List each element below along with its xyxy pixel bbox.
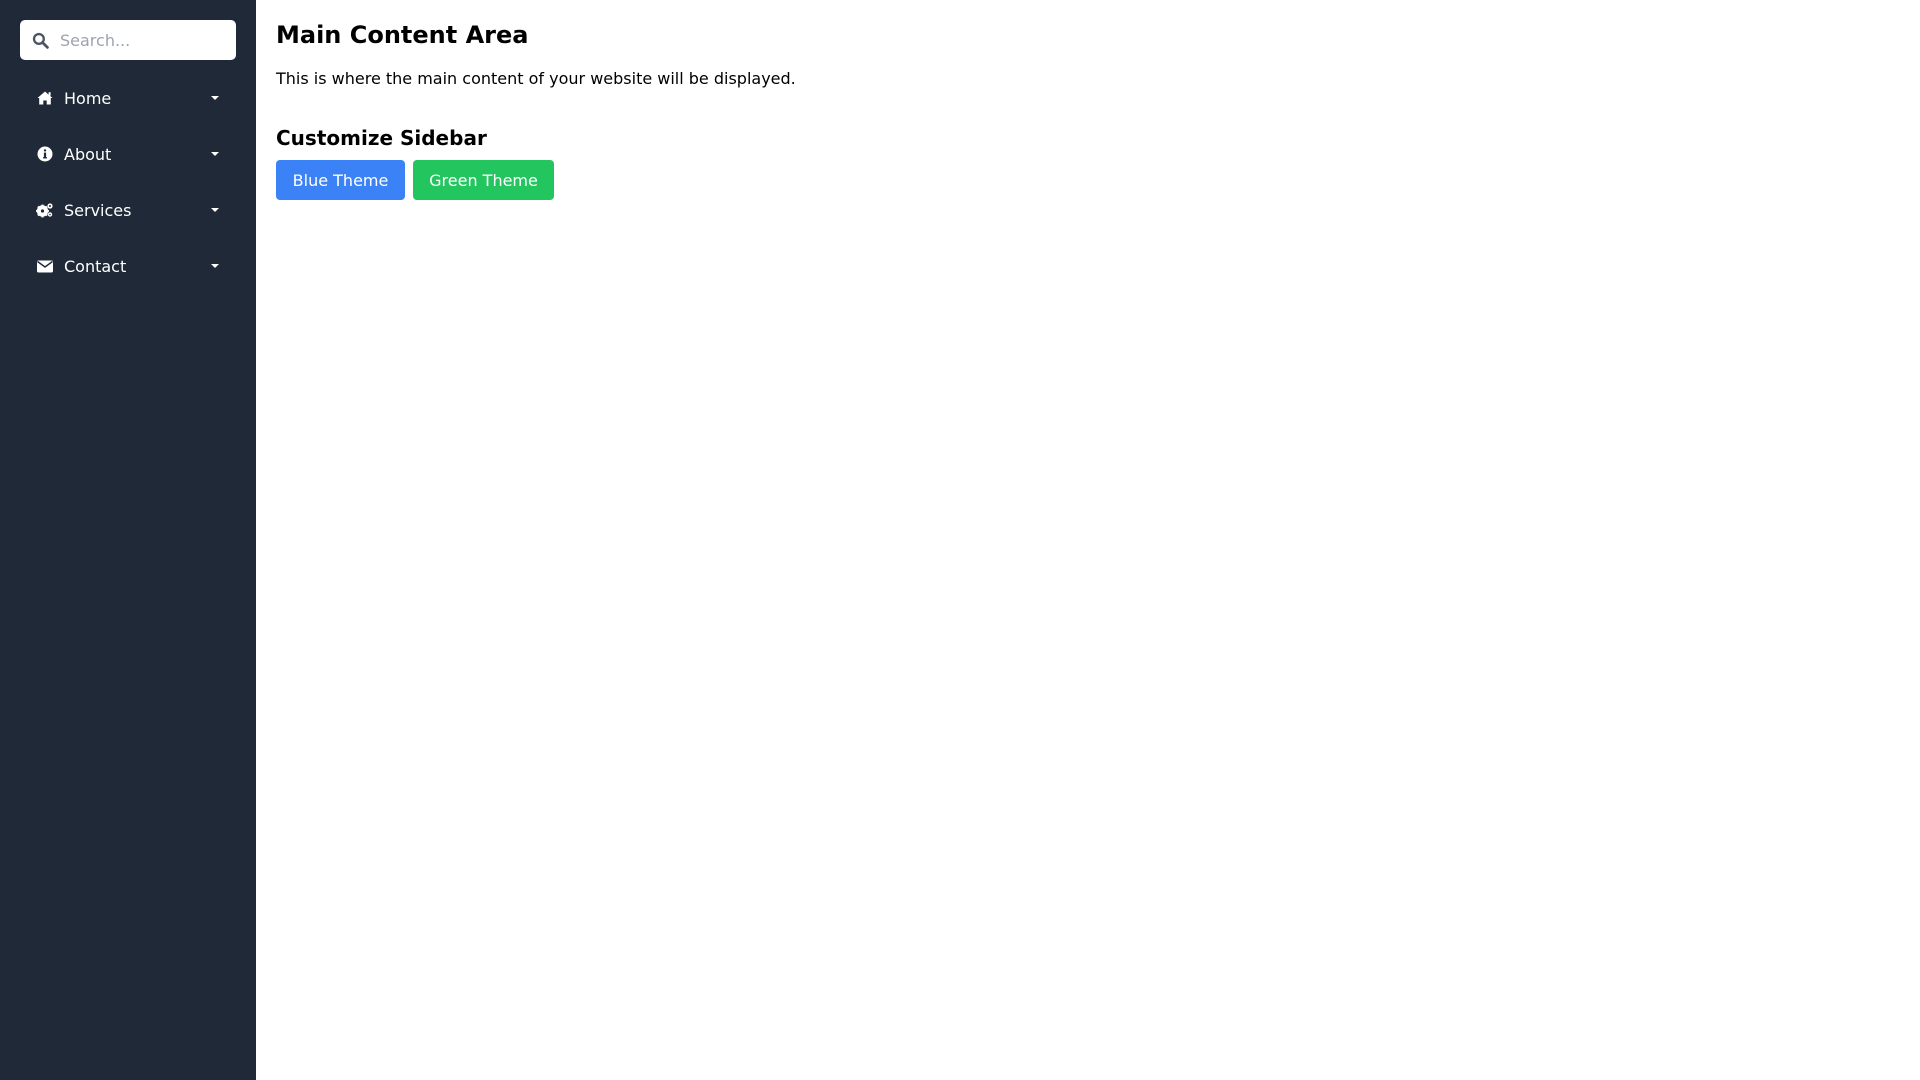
sidebar-item-services[interactable]: Services	[20, 192, 236, 228]
sidebar-item-contact[interactable]: Contact	[20, 248, 236, 284]
app-layout: Home About	[0, 0, 1920, 1080]
cogs-icon	[36, 201, 54, 219]
home-icon	[36, 89, 54, 107]
search-box	[20, 20, 236, 60]
sidebar: Home About	[0, 0, 256, 1080]
sidebar-item-label: Contact	[64, 256, 127, 276]
chevron-down-icon	[211, 264, 219, 268]
blue-theme-button[interactable]: Blue Theme	[276, 160, 405, 200]
theme-buttons: Blue Theme Green Theme	[276, 160, 1900, 200]
sidebar-item-home[interactable]: Home	[20, 80, 236, 116]
chevron-down-icon	[211, 96, 219, 100]
sidebar-nav: Home About Services Contact	[20, 80, 236, 284]
sidebar-item-label: Home	[64, 88, 112, 108]
page-title: Main Content Area	[276, 21, 529, 49]
sidebar-item-label: Services	[64, 200, 132, 220]
page-description: This is where the main content of your w…	[276, 69, 796, 88]
envelope-icon	[36, 257, 54, 275]
info-icon	[36, 145, 54, 163]
sidebar-item-about[interactable]: About	[20, 136, 236, 172]
search-input[interactable]	[20, 20, 236, 60]
customize-heading: Customize Sidebar	[276, 126, 487, 150]
chevron-down-icon	[211, 208, 219, 212]
search-icon	[32, 32, 49, 49]
chevron-down-icon	[211, 152, 219, 156]
sidebar-item-label: About	[64, 144, 112, 164]
green-theme-button[interactable]: Green Theme	[413, 160, 554, 200]
main-content: Main Content Area This is where the main…	[256, 0, 1920, 1080]
